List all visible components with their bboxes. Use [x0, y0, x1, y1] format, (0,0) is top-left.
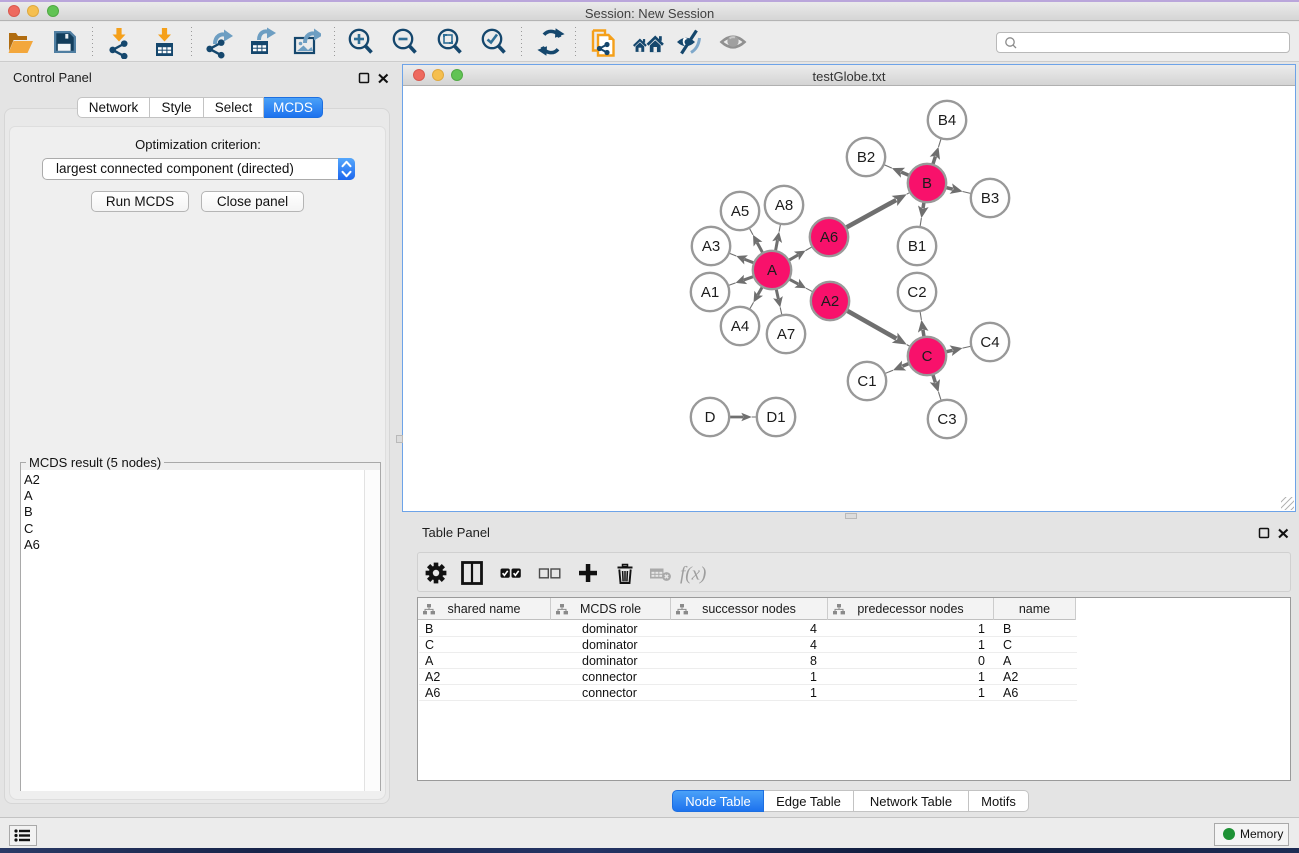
svg-text:B: B: [922, 175, 932, 192]
svg-text:A4: A4: [731, 318, 749, 335]
svg-text:A: A: [767, 262, 777, 279]
svg-text:D1: D1: [766, 409, 785, 426]
svg-text:A1: A1: [701, 284, 719, 301]
svg-text:f(x): f(x): [680, 564, 706, 585]
svg-text:A2: A2: [821, 293, 839, 310]
svg-text:D: D: [705, 409, 716, 426]
svg-text:A7: A7: [777, 326, 795, 343]
svg-text:A5: A5: [731, 203, 749, 220]
svg-text:A8: A8: [775, 197, 793, 214]
svg-text:B2: B2: [857, 149, 875, 166]
svg-text:C2: C2: [907, 284, 926, 301]
svg-text:A3: A3: [702, 238, 720, 255]
svg-text:A6: A6: [820, 229, 838, 246]
svg-text:C: C: [922, 348, 933, 365]
svg-text:B3: B3: [981, 190, 999, 207]
svg-text:B4: B4: [938, 112, 956, 129]
svg-text:C4: C4: [980, 334, 999, 351]
svg-text:C1: C1: [857, 373, 876, 390]
svg-text:B1: B1: [908, 238, 926, 255]
svg-text:C3: C3: [937, 411, 956, 428]
